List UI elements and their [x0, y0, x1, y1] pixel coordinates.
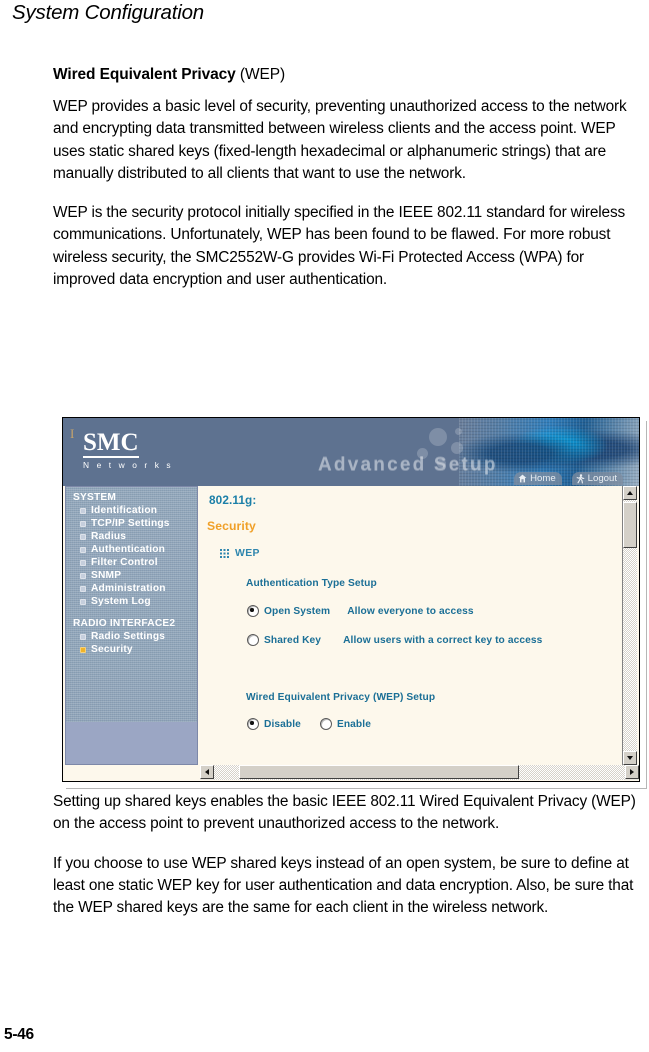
auth-option-shared-key-description: Allow users with a correct key to access: [343, 634, 543, 646]
wep-section-label-text: WEP: [235, 548, 260, 559]
auth-option-open-system[interactable]: Open System Allow everyone to access: [247, 605, 474, 617]
radio-button-icon[interactable]: [247, 634, 259, 646]
horizontal-scrollbar[interactable]: [200, 765, 639, 780]
vertical-scrollbar[interactable]: [622, 486, 637, 765]
bullet-icon: [80, 633, 86, 640]
sidebar-group-radio-interface2: RADIO INTERFACE2: [73, 618, 176, 629]
horizontal-scroll-thumb[interactable]: [239, 765, 519, 779]
grid-icon: [220, 549, 229, 558]
bullet-icon: [80, 559, 86, 566]
scroll-down-button[interactable]: [623, 751, 637, 765]
sidebar-item-label: SNMP: [91, 570, 122, 581]
page-number: 5-46: [4, 1026, 34, 1043]
sidebar-item-authentication[interactable]: Authentication: [66, 543, 197, 556]
web-ui-window: I SMC N e t w o r k s Advanced Setup Hom…: [62, 417, 640, 782]
smc-logo-mark: SMC: [83, 429, 139, 458]
sidebar-item-label: System Log: [91, 596, 151, 607]
bullet-icon: [80, 598, 86, 605]
sidebar-item-filter-control[interactable]: Filter Control: [66, 556, 197, 569]
banner-nav: Home Logout: [514, 471, 623, 486]
sidebar-item-system-log[interactable]: System Log: [66, 595, 197, 608]
home-icon: [518, 474, 527, 483]
sidebar-item-label: Identification: [91, 505, 158, 516]
wep-option-disable-label[interactable]: Disable: [264, 719, 301, 730]
chevron-down-icon: [627, 756, 633, 760]
lower-text-column: Setting up shared keys enables the basic…: [53, 791, 649, 936]
logout-icon: [576, 473, 585, 484]
wep-option-enable-label[interactable]: Enable: [337, 719, 371, 730]
nav-tab-logout-label: Logout: [587, 473, 617, 484]
embedded-screenshot: I SMC N e t w o r k s Advanced Setup Hom…: [62, 417, 647, 789]
paragraph-3: Setting up shared keys enables the basic…: [53, 793, 636, 833]
auth-option-shared-key-label: Shared Key: [264, 634, 322, 646]
smc-logo-subtitle: N e t w o r k s: [83, 460, 174, 470]
upper-text-column: Wired Equivalent Privacy (WEP) WEP provi…: [53, 66, 649, 308]
sidebar-item-label: Security: [91, 644, 133, 655]
sidebar-menu: SYSTEM Identification TCP/IP Settings Ra…: [66, 487, 197, 656]
sidebar-divider: [66, 608, 197, 617]
bullet-icon: [80, 546, 86, 553]
smc-logo: SMC N e t w o r k s: [83, 430, 173, 470]
wep-setup-title: Wired Equivalent Privacy (WEP) Setup: [246, 692, 436, 703]
bullet-icon: [80, 533, 86, 540]
chevron-left-icon: [205, 769, 209, 775]
sidebar-item-radio-settings[interactable]: Radio Settings: [66, 630, 197, 643]
radio-button-icon[interactable]: [319, 718, 332, 730]
bullet-icon: [80, 572, 86, 579]
sidebar-item-label: Administration: [91, 583, 166, 594]
authentication-type-setup-title: Authentication Type Setup: [246, 578, 377, 589]
auth-option-shared-key[interactable]: Shared Key Allow users with a correct ke…: [247, 634, 542, 646]
paragraph-4: If you choose to use WEP shared keys ins…: [53, 854, 634, 917]
app-body: SYSTEM Identification TCP/IP Settings Ra…: [63, 486, 639, 781]
bullet-icon: [80, 520, 86, 527]
radio-button-icon[interactable]: [247, 605, 259, 617]
banner-title: Advanced Setup: [318, 454, 498, 475]
scroll-up-button[interactable]: [623, 486, 637, 500]
chevron-right-icon: [630, 769, 634, 775]
sidebar-item-snmp[interactable]: SNMP: [66, 569, 197, 582]
nav-tab-home-label: Home: [530, 473, 556, 484]
wep-section-label: WEP: [220, 548, 260, 559]
sidebar-group-system: SYSTEM: [73, 492, 117, 503]
auth-option-open-system-description: Allow everyone to access: [347, 605, 474, 617]
paragraph-1: WEP provides a basic level of security, …: [53, 98, 627, 182]
paragraph-2: WEP is the security protocol initially s…: [53, 204, 626, 289]
sidebar-item-tcpip-settings[interactable]: TCP/IP Settings: [66, 517, 197, 530]
sidebar-item-radius[interactable]: Radius: [66, 530, 197, 543]
sidebar-item-identification[interactable]: Identification: [66, 504, 197, 517]
radio-button-icon[interactable]: [247, 718, 259, 730]
section-heading-bold: Wired Equivalent Privacy: [53, 66, 236, 83]
page-title: Security: [207, 519, 256, 533]
auth-option-open-system-label: Open System: [264, 605, 331, 617]
main-content-frame: 802.11g: Security WEP Authentication Typ…: [200, 486, 624, 765]
bullet-icon: [80, 585, 86, 592]
section-heading: Wired Equivalent Privacy (WEP): [53, 66, 649, 84]
text-cursor-icon: I: [70, 426, 75, 441]
sidebar-item-label: Authentication: [91, 544, 166, 555]
nav-tab-logout[interactable]: Logout: [571, 472, 623, 485]
sidebar-item-label: Radius: [91, 531, 127, 542]
bullet-icon-active: [80, 646, 86, 653]
sidebar-item-security[interactable]: Security: [66, 643, 197, 656]
band-label: 802.11g:: [209, 493, 257, 507]
sidebar-item-label: Radio Settings: [91, 631, 166, 642]
running-head: System Configuration: [12, 1, 204, 24]
nav-tab-home[interactable]: Home: [514, 472, 562, 485]
bullet-icon: [80, 507, 86, 514]
vertical-scroll-thumb[interactable]: [623, 502, 637, 548]
sidebar-item-label: Filter Control: [91, 557, 158, 568]
scroll-right-button[interactable]: [625, 765, 639, 779]
sidebar-item-administration[interactable]: Administration: [66, 582, 197, 595]
wep-enable-disable-group: Disable Enable: [247, 718, 371, 730]
scroll-left-button[interactable]: [200, 765, 214, 779]
sidebar-item-label: TCP/IP Settings: [91, 518, 170, 529]
section-heading-regular: (WEP): [235, 66, 286, 83]
chevron-up-icon: [627, 491, 633, 495]
sidebar: SYSTEM Identification TCP/IP Settings Ra…: [65, 486, 198, 765]
